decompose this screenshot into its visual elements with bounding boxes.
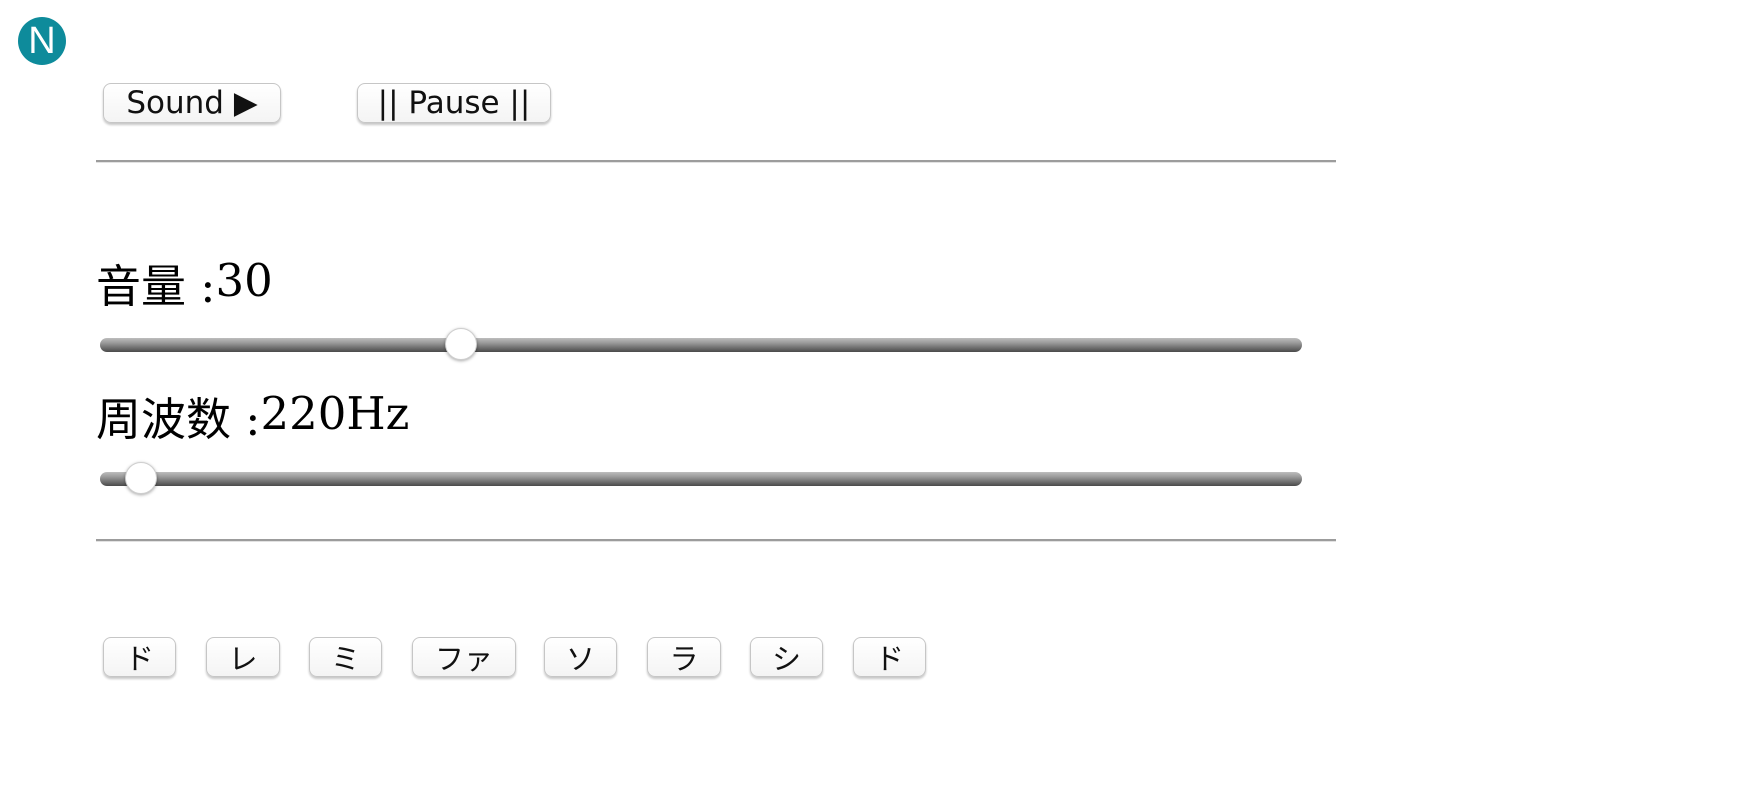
divider-top [96, 160, 1336, 163]
note-button-do-high[interactable]: ド [853, 637, 926, 677]
divider-bottom [96, 539, 1336, 542]
frequency-value: 220Hz [260, 387, 410, 440]
volume-value: 30 [215, 254, 273, 307]
frequency-slider-thumb[interactable] [124, 462, 157, 494]
note-button-so[interactable]: ソ [544, 637, 617, 677]
frequency-label: 周波数 : 220Hz [96, 383, 409, 448]
note-button-do[interactable]: ド [103, 637, 176, 677]
frequency-label-name: 周波数 : [96, 393, 261, 446]
volume-label-name: 音量 : [96, 260, 216, 313]
pause-button[interactable]: || Pause || [357, 83, 551, 123]
logo-icon: N [18, 17, 66, 65]
sound-play-button[interactable]: Sound ▶ [103, 83, 281, 123]
note-button-re[interactable]: レ [206, 637, 280, 677]
note-button-mi[interactable]: ミ [309, 637, 382, 677]
note-button-fa[interactable]: ファ [412, 637, 516, 677]
volume-slider[interactable] [100, 328, 1302, 360]
volume-label: 音量 : 30 [96, 250, 273, 315]
note-button-ra[interactable]: ラ [647, 637, 721, 677]
volume-slider-thumb[interactable] [444, 328, 477, 360]
note-button-shi[interactable]: シ [750, 637, 823, 677]
frequency-slider[interactable] [100, 462, 1302, 494]
